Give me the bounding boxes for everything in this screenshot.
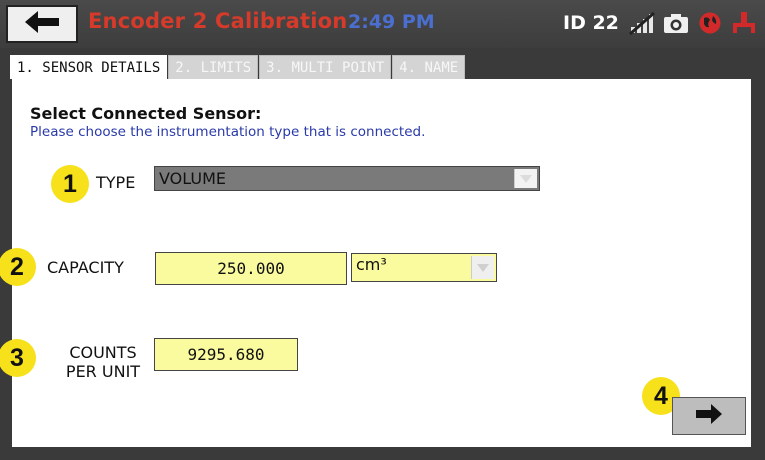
status-area: ID 22 [563,8,757,38]
capacity-input[interactable]: 250.000 [155,252,347,285]
tab-sensor-details[interactable]: 1. SENSOR DETAILS [10,55,168,79]
camera-icon[interactable] [663,10,689,36]
section-heading: Select Connected Sensor: [30,104,262,123]
type-select[interactable]: VOLUME [154,166,540,191]
chevron-down-icon [514,169,537,188]
callout-marker-1: 1 [51,165,89,203]
tab-multi-point[interactable]: 3. MULTI POINT [259,55,392,79]
counts-label-line2: PER UNIT [65,362,141,381]
unit-select-value: cm³ [356,255,387,274]
tab-bar: 1. SENSOR DETAILS 2. LIMITS 3. MULTI POI… [10,55,466,79]
page-title: Encoder 2 Calibration [88,9,348,33]
counts-label-line1: COUNTS [69,343,137,362]
network-icon[interactable] [731,10,757,36]
back-button[interactable] [6,5,78,43]
wireless-off-icon[interactable] [628,10,655,36]
clock: 2:49 PM [348,11,435,33]
capacity-label: CAPACITY [47,258,124,277]
tab-name[interactable]: 4. NAME [392,55,466,79]
forward-arrow-icon [694,403,724,429]
type-label: TYPE [96,173,136,192]
unit-select[interactable]: cm³ [351,253,497,282]
device-id: ID 22 [563,12,619,34]
chevron-down-icon [471,256,494,279]
next-button[interactable] [672,397,746,435]
counts-per-unit-input[interactable]: 9295.680 [154,338,298,371]
type-select-value: VOLUME [159,169,226,188]
back-arrow-icon [23,10,61,38]
tab-limits[interactable]: 2. LIMITS [168,55,259,79]
title-bar: Encoder 2 Calibration 2:49 PM ID 22 [0,0,765,48]
counts-per-unit-label: COUNTS PER UNIT [60,343,146,381]
section-instructions: Please choose the instrumentation type t… [30,124,426,140]
globe-icon[interactable] [697,10,723,36]
